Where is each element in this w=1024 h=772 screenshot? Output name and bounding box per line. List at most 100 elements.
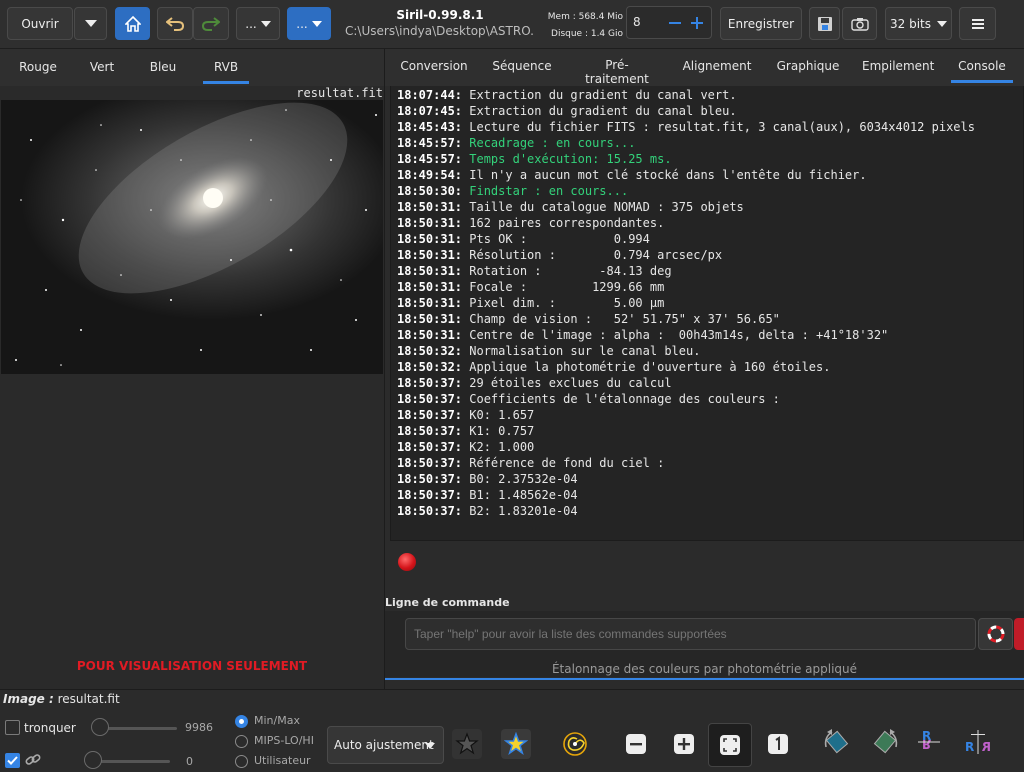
console-timestamp: 18:50:37: [397,488,470,502]
tab-plot[interactable]: Graphique [775,59,841,73]
tab-blue-channel[interactable]: Bleu [143,60,183,74]
console-message: 29 étoiles exclues du calcul [469,376,672,390]
image-view[interactable] [1,100,383,374]
snapshot-button[interactable] [842,7,877,40]
clip-label: tronquer [24,721,76,735]
stop-indicator[interactable] [398,553,416,571]
console-line: 18:50:30: Findstar : en cours... [397,183,1017,199]
console-message: K2: 1.000 [469,440,535,454]
console-message: Applique la photométrie d'ouverture à 16… [469,360,831,374]
threads-spinbox[interactable]: 8 [626,6,712,39]
console-message: Normalisation sur le canal bleu. [469,344,701,358]
zoom-one-button[interactable] [763,729,793,759]
file-path: C:\Users\indya\Desktop\ASTRO... [345,24,535,38]
chevron-down-icon [260,20,271,27]
tab-sequence[interactable]: Séquence [487,59,557,73]
console-line: 18:50:31: 162 paires correspondantes. [397,215,1017,231]
tab-console[interactable]: Console [951,59,1013,83]
console-message: Rotation : -84.13 deg [469,264,672,278]
rotate-right-button[interactable] [870,727,900,757]
save-button[interactable]: Enregistrer [720,7,802,40]
console-line: 18:50:31: Taille du catalogue NOMAD : 37… [397,199,1017,215]
home-button[interactable] [115,7,150,40]
tab-green-channel[interactable]: Vert [82,60,122,74]
threads-increment-button[interactable] [687,13,707,33]
low-value: 0 [186,755,193,768]
status-message: Étalonnage des couleurs par photométrie … [551,662,858,676]
radio-mips[interactable] [235,735,248,748]
console-line: 18:50:37: Référence de fond du ciel : [397,455,1017,471]
save-as-button[interactable] [809,7,840,40]
console-message: Coefficients de l'étalonnage des couleur… [469,392,780,406]
chevron-down-icon [84,19,97,27]
scripts-menu-button[interactable]: ... [287,7,331,40]
home-icon [124,15,141,32]
console-line: 18:45:57: Temps d'exécution: 15.25 ms. [397,151,1017,167]
bit-depth-menu[interactable]: 32 bits [885,7,952,40]
photometry-button[interactable] [560,729,590,759]
console-timestamp: 18:45:57: [397,152,470,166]
threads-decrement-button[interactable] [665,13,685,33]
zoom-in-button[interactable] [669,729,699,759]
console-line: 18:50:32: Applique la photométrie d'ouve… [397,359,1017,375]
command-input[interactable] [405,618,976,650]
console-timestamp: 18:50:31: [397,232,470,246]
console-message: Il n'y a aucun mot clé stocké dans l'ent… [469,168,867,182]
threads-value[interactable]: 8 [633,15,641,29]
tab-registration[interactable]: Alignement [682,59,752,73]
console-timestamp: 18:50:37: [397,472,470,486]
console-line: 18:45:57: Recadrage : en cours... [397,135,1017,151]
tab-conversion[interactable]: Conversion [398,59,470,73]
star-colors-button[interactable] [501,729,531,759]
checkmark-icon [7,756,18,765]
zoom-fit-button[interactable] [708,723,752,767]
rotate-right-icon [873,729,898,754]
hamburger-icon [971,18,984,29]
console-log[interactable]: 18:07:44: Extraction du gradient du cana… [397,87,1017,533]
low-slider-handle[interactable] [84,751,102,769]
chromatic-star-button[interactable] [452,729,482,759]
console-message: Référence de fond du ciel : [469,456,665,470]
zoom-out-button[interactable] [621,729,651,759]
star-outline-icon [455,732,479,755]
console-line: 18:50:31: Champ de vision : 52' 51.75" x… [397,311,1017,327]
console-timestamp: 18:50:30: [397,184,470,198]
svg-text:R: R [922,737,931,751]
console-line: 18:50:31: Pixel dim. : 5.00 µm [397,295,1017,311]
console-line: 18:07:45: Extraction du gradient du cana… [397,103,1017,119]
rotate-left-button[interactable] [822,727,852,757]
open-dropdown-button[interactable] [74,7,107,40]
redo-button[interactable] [193,7,229,40]
link-checkbox[interactable] [5,753,20,768]
main-menu-button[interactable] [959,7,996,40]
auto-stretch-menu[interactable]: Auto ajustement [327,726,444,764]
tab-preprocessing[interactable]: Pré-traitement [575,58,659,86]
console-timestamp: 18:50:31: [397,248,470,262]
radio-user[interactable] [235,755,248,768]
tab-stacking[interactable]: Empilement [862,59,934,73]
open-button[interactable]: Ouvrir [7,7,73,40]
console-timestamp: 18:50:31: [397,280,470,294]
bit-depth-label: 32 bits [890,16,931,31]
memory-usage: Mem : 568.4 Mio [547,12,623,22]
svg-text:R: R [982,740,991,754]
tab-rgb-channel[interactable]: RVB [203,60,249,84]
processing-menu-button[interactable]: ... [236,7,280,40]
high-slider-handle[interactable] [91,718,109,736]
redo-icon [202,16,220,31]
help-button[interactable] [978,618,1013,650]
svg-text:R: R [965,740,974,754]
console-line: 18:50:32: Normalisation sur le canal ble… [397,343,1017,359]
console-message: Focale : 1299.66 mm [469,280,665,294]
undo-button[interactable] [157,7,193,40]
high-value: 9986 [185,721,213,734]
mirror-y-button[interactable]: RR [963,727,993,757]
console-message: Extraction du gradient du canal vert. [469,88,737,102]
stop-button[interactable] [1014,618,1024,650]
console-timestamp: 18:07:45: [397,104,470,118]
radio-minmax[interactable] [235,715,248,728]
mirror-x-button[interactable]: RR [915,727,945,757]
clip-checkbox[interactable] [5,720,20,735]
image-filename-overlay: resultat.fit [296,86,383,100]
tab-red-channel[interactable]: Rouge [13,60,63,74]
